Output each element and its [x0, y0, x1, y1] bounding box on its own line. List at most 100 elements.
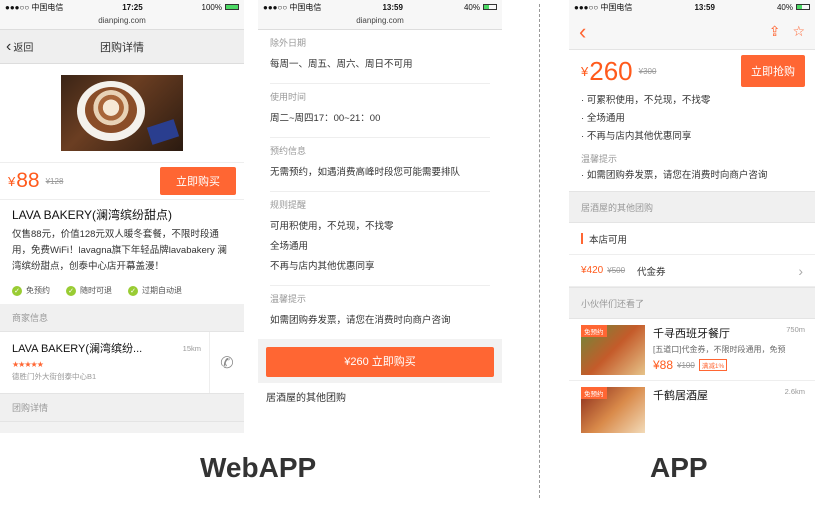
tip-label: 温馨提示: [581, 154, 618, 164]
merchant-name: LAVA BAKERY(澜湾缤纷...: [12, 343, 143, 355]
rules-list: · 可累积使用，不兑现，不找零 · 全场通用 · 不再与店内其他优惠同享 温馨提…: [569, 92, 815, 191]
carrier-label: ●●●○○ 中国电信: [574, 2, 633, 12]
nav-bar: ‹ ⇪ ☆: [569, 14, 815, 50]
feature-list: ✓ 免预约 ✓ 随时可退 ✓ 过期自动退: [0, 279, 244, 304]
check-icon: ✓: [128, 285, 138, 296]
back-button[interactable]: ‹ 返回: [6, 37, 34, 55]
rule-section: 除外日期 每周一、周五、周六、周日不可用: [270, 30, 490, 84]
rule-item: · 不再与店内其他优惠同享: [581, 131, 692, 142]
price-bar: ¥ 88 ¥128 立即购买: [0, 162, 244, 200]
feature-item: ✓ 免预约: [12, 285, 50, 296]
rule-label: 使用时间: [270, 92, 307, 102]
deal-section-header: 团购详情: [0, 394, 244, 422]
restaurant-photo: 免预约: [581, 325, 645, 375]
feature-item: ✓ 随时可退: [66, 285, 112, 296]
rule-value: 周二~周四17：00~21：00: [270, 113, 381, 124]
star-icon[interactable]: ☆: [792, 23, 805, 40]
back-chevron-icon[interactable]: ‹: [579, 20, 586, 43]
merchant-section-header: 商家信息: [0, 304, 244, 332]
recommend-header: 小伙伴们还看了: [569, 287, 815, 319]
currency-symbol: ¥: [581, 63, 589, 79]
rule-section: 预约信息 无需预约，如遇消费高峰时段您可能需要排队: [270, 138, 490, 192]
rule-item: · 可累积使用，不兑现，不找零: [581, 95, 711, 106]
battery-label: 40%: [463, 2, 480, 12]
voucher-price: ¥420: [581, 265, 604, 276]
tag-badge: 免预约: [581, 387, 607, 399]
battery-label: 40%: [776, 2, 793, 12]
url-bar[interactable]: dianping.com: [0, 14, 244, 30]
merchant-card[interactable]: LAVA BAKERY(澜湾缤纷... 15km ★★★★★ 德胜门外大街创泰中心…: [0, 332, 244, 394]
deal-price: 260: [589, 55, 633, 86]
carrier-label: ●●●○○ 中国电信: [263, 2, 322, 12]
rec-original-price: ¥100: [677, 360, 695, 370]
rule-section: 规则提醒 可用积使用，不兑现，不找零 全场通用 不再与店内其他优惠同享: [270, 192, 490, 286]
coffee-photo: [61, 75, 183, 151]
discount-badge: 满减1%: [698, 359, 728, 371]
battery-icon: [483, 4, 497, 10]
webapp-caption: WebAPP: [200, 452, 317, 483]
tip-text: · 如需团购券发票，请您在消费时向商户咨询: [581, 170, 768, 181]
app-caption: APP: [650, 452, 708, 483]
rule-value: 可用积使用，不兑现，不找零: [270, 221, 394, 232]
nav-bar: ‹ 返回 团购详情: [0, 30, 244, 64]
url-bar[interactable]: dianping.com: [258, 14, 502, 30]
battery-icon: [796, 4, 810, 10]
product-image: [0, 64, 244, 162]
merchant-address: 德胜门外大街创泰中心B1: [12, 372, 97, 381]
share-icon[interactable]: ⇪: [769, 23, 781, 40]
buy-bar: ¥260 立即购买: [258, 339, 502, 383]
rule-section: 使用时间周二~周四17：00~21：00: [270, 84, 490, 138]
clock-label: 17:25: [122, 2, 143, 12]
other-deals-header: 居酒屋的其他团购: [569, 191, 815, 223]
clock-label: 13:59: [382, 2, 403, 12]
deal-title: LAVA BAKERY(澜湾缤纷甜点): [12, 208, 173, 222]
divider: [539, 4, 540, 498]
webapp-detail-screen: ●●●○○ 中国电信 13:59 40% dianping.com 除外日期 每周…: [258, 0, 502, 433]
rule-item: · 全场通用: [581, 113, 625, 124]
back-label: 返回: [13, 43, 34, 54]
carrier-label: ●●●○○ 中国电信: [5, 2, 64, 12]
currency-symbol: ¥: [8, 173, 16, 189]
status-bar: ●●●○○ 中国电信 13:59 40%: [569, 0, 815, 14]
deal-info: LAVA BAKERY(澜湾缤纷甜点) 仅售88元，价值128元双人暖冬套餐，不…: [0, 200, 244, 279]
restaurant-name: 千寻西班牙餐厅: [653, 328, 730, 340]
rule-value: 全场通用: [270, 241, 309, 252]
voucher-row[interactable]: ¥420 ¥500 代金券 ›: [569, 255, 815, 287]
webapp-deal-screen: ●●●○○ 中国电信 17:25 100% dianping.com ‹ 返回 团…: [0, 0, 244, 433]
phone-icon[interactable]: ✆: [210, 332, 244, 393]
original-price: ¥300: [638, 66, 657, 76]
price-bar: ¥ 260 ¥300 立即抢购: [569, 50, 815, 92]
buy-now-button[interactable]: 立即购买: [160, 167, 236, 195]
check-icon: ✓: [12, 285, 22, 296]
other-deals-header: 居酒屋的其他团购: [258, 383, 502, 410]
rating-stars-icon: ★★★★★: [12, 360, 44, 369]
restaurant-desc: [五道口]代金券，不限时段通用，免预: [653, 345, 786, 354]
status-bar: ●●●○○ 中国电信 17:25 100%: [0, 0, 244, 14]
chevron-left-icon: ‹: [6, 37, 12, 55]
original-price: ¥128: [45, 176, 64, 186]
clock-label: 13:59: [694, 2, 715, 12]
battery-label: 100%: [201, 2, 222, 12]
page-title: 团购详情: [100, 41, 144, 54]
store-available-row: 本店可用: [569, 223, 815, 255]
rule-value: 如需团购券发票，请您在消费时向商户咨询: [270, 315, 451, 326]
status-bar: ●●●○○ 中国电信 13:59 40%: [258, 0, 502, 14]
rule-label: 温馨提示: [270, 294, 307, 304]
tag-badge: 免预约: [581, 325, 607, 337]
list-item[interactable]: 免预约 千寻西班牙餐厅 750m [五道口]代金券，不限时段通用，免预 ¥88 ¥1…: [569, 319, 815, 381]
restaurant-distance: 2.6km: [784, 387, 805, 396]
voucher-name: 代金券: [637, 266, 666, 278]
rule-value: 每周一、周五、周六、周日不可用: [270, 59, 413, 70]
buy-now-button[interactable]: 立即抢购: [741, 55, 805, 87]
rule-section: 温馨提示如需团购券发票，请您在消费时向商户咨询: [270, 286, 490, 339]
rec-price: ¥88: [653, 358, 674, 372]
app-deal-screen: ●●●○○ 中国电信 13:59 40% ‹ ⇪ ☆ ¥ 260 ¥300 立即抢…: [569, 0, 815, 433]
rule-value: 不再与店内其他优惠同享: [270, 261, 375, 272]
restaurant-name: 千鹤居酒屋: [653, 390, 708, 402]
chevron-right-icon: ›: [798, 262, 803, 279]
restaurant-photo: 免预约: [581, 387, 645, 433]
buy-now-button[interactable]: ¥260 立即购买: [266, 347, 494, 377]
store-available-label: 本店可用: [589, 234, 628, 246]
list-item[interactable]: 免预约 千鹤居酒屋 2.6km: [569, 381, 815, 433]
feature-item: ✓ 过期自动退: [128, 285, 182, 296]
